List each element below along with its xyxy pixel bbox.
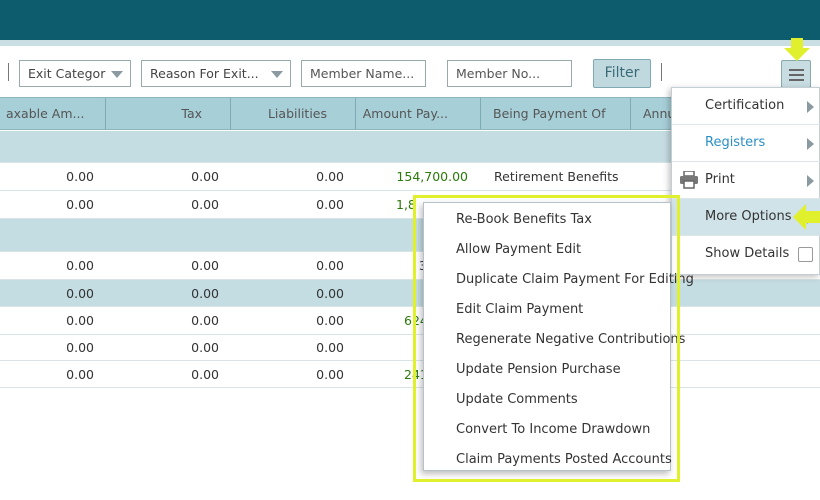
cell-liabilities: 0.00 [316, 366, 344, 382]
cell-taxable-amount: 0.00 [66, 169, 94, 184]
table-row[interactable]: 0.00 0.00 0.00 241 [0, 361, 820, 388]
toolbar-separator [8, 63, 9, 81]
table-row[interactable]: 0.00 0.00 0.00 [0, 335, 820, 361]
chevron-right-icon [807, 175, 814, 187]
chevron-right-icon [807, 138, 814, 150]
cell-being-payment-of: Retirement Benefits [494, 169, 619, 184]
column-header-liabilities[interactable]: Liabilities [231, 98, 356, 129]
cell-taxable-amount: 0.00 [66, 366, 94, 382]
cell-tax: 0.00 [191, 313, 219, 328]
member-no-input[interactable]: Member No... [447, 60, 572, 87]
column-header-amount-payable[interactable]: Amount Pay... [356, 98, 481, 129]
member-no-placeholder: Member No... [456, 66, 541, 81]
column-header-being-payment-of[interactable]: Being Payment Of [481, 98, 631, 129]
toolbar-separator [661, 63, 662, 81]
menu-icon-bar [789, 74, 804, 76]
cell-liabilities: 0.00 [316, 197, 344, 212]
filter-button[interactable]: Filter [593, 59, 651, 88]
member-name-input[interactable]: Member Name... [301, 60, 426, 87]
hamburger-menu-button[interactable] [781, 60, 811, 88]
menu-item-label: Show Details [705, 246, 790, 261]
cell-taxable-amount: 0.00 [66, 197, 94, 212]
cell-taxable-amount: 0.00 [66, 313, 94, 328]
cell-tax: 0.00 [191, 169, 219, 184]
cell-tax: 0.00 [191, 285, 219, 301]
reason-for-exit-value: Reason For Exit... [150, 66, 259, 81]
menu-item-show-details[interactable]: Show Details [672, 236, 820, 273]
options-dropdown-menu: Certification Registers Print More Optio… [671, 87, 820, 275]
cell-liabilities: 0.00 [316, 169, 344, 184]
cell-liabilities: 0.00 [316, 285, 344, 301]
cell-liabilities: 0.00 [316, 340, 344, 355]
cell-tax: 0.00 [191, 366, 219, 382]
table-group-row: 0.00 0.00 0.00 [0, 280, 820, 307]
menu-item-label: Certification [705, 98, 785, 113]
cell-liabilities: 0.00 [316, 313, 344, 328]
cell-liabilities: 0.00 [316, 258, 344, 273]
menu-item-registers[interactable]: Registers [672, 125, 820, 162]
table-row[interactable]: 0.00 0.00 0.00 624 [0, 307, 820, 335]
exit-category-value: Exit Categor [28, 66, 106, 81]
cell-tax: 0.00 [191, 197, 219, 212]
column-header-taxable-amount[interactable]: axable Am... [0, 98, 106, 129]
menu-item-label: More Options [705, 209, 792, 224]
reason-for-exit-select[interactable]: Reason For Exit... [141, 60, 291, 87]
show-details-checkbox[interactable] [798, 247, 813, 262]
menu-item-label: Registers [705, 135, 766, 150]
chevron-down-icon [271, 71, 283, 78]
app-header-bar [0, 0, 820, 40]
cell-tax: 0.00 [191, 340, 219, 355]
annotation-arrow-left-icon [793, 204, 820, 230]
cell-taxable-amount: 0.00 [66, 258, 94, 273]
annotation-arrow-down-icon [784, 38, 810, 61]
printer-icon [680, 171, 698, 189]
chevron-right-icon [807, 101, 814, 113]
annotation-highlight-box [413, 195, 680, 482]
cell-amount-payable: 154,700.00 [396, 169, 468, 184]
column-header-tax[interactable]: Tax [106, 98, 231, 129]
cell-taxable-amount: 0.00 [66, 340, 94, 355]
menu-icon-bar [789, 69, 804, 71]
chevron-down-icon [111, 71, 123, 78]
member-name-placeholder: Member Name... [310, 66, 415, 81]
cell-tax: 0.00 [191, 258, 219, 273]
menu-item-print[interactable]: Print [672, 162, 820, 199]
menu-item-certification[interactable]: Certification [672, 88, 820, 125]
exit-category-select[interactable]: Exit Categor [19, 60, 131, 87]
menu-icon-bar [789, 79, 804, 81]
menu-item-label: Print [705, 172, 735, 187]
cell-taxable-amount: 0.00 [66, 285, 94, 301]
